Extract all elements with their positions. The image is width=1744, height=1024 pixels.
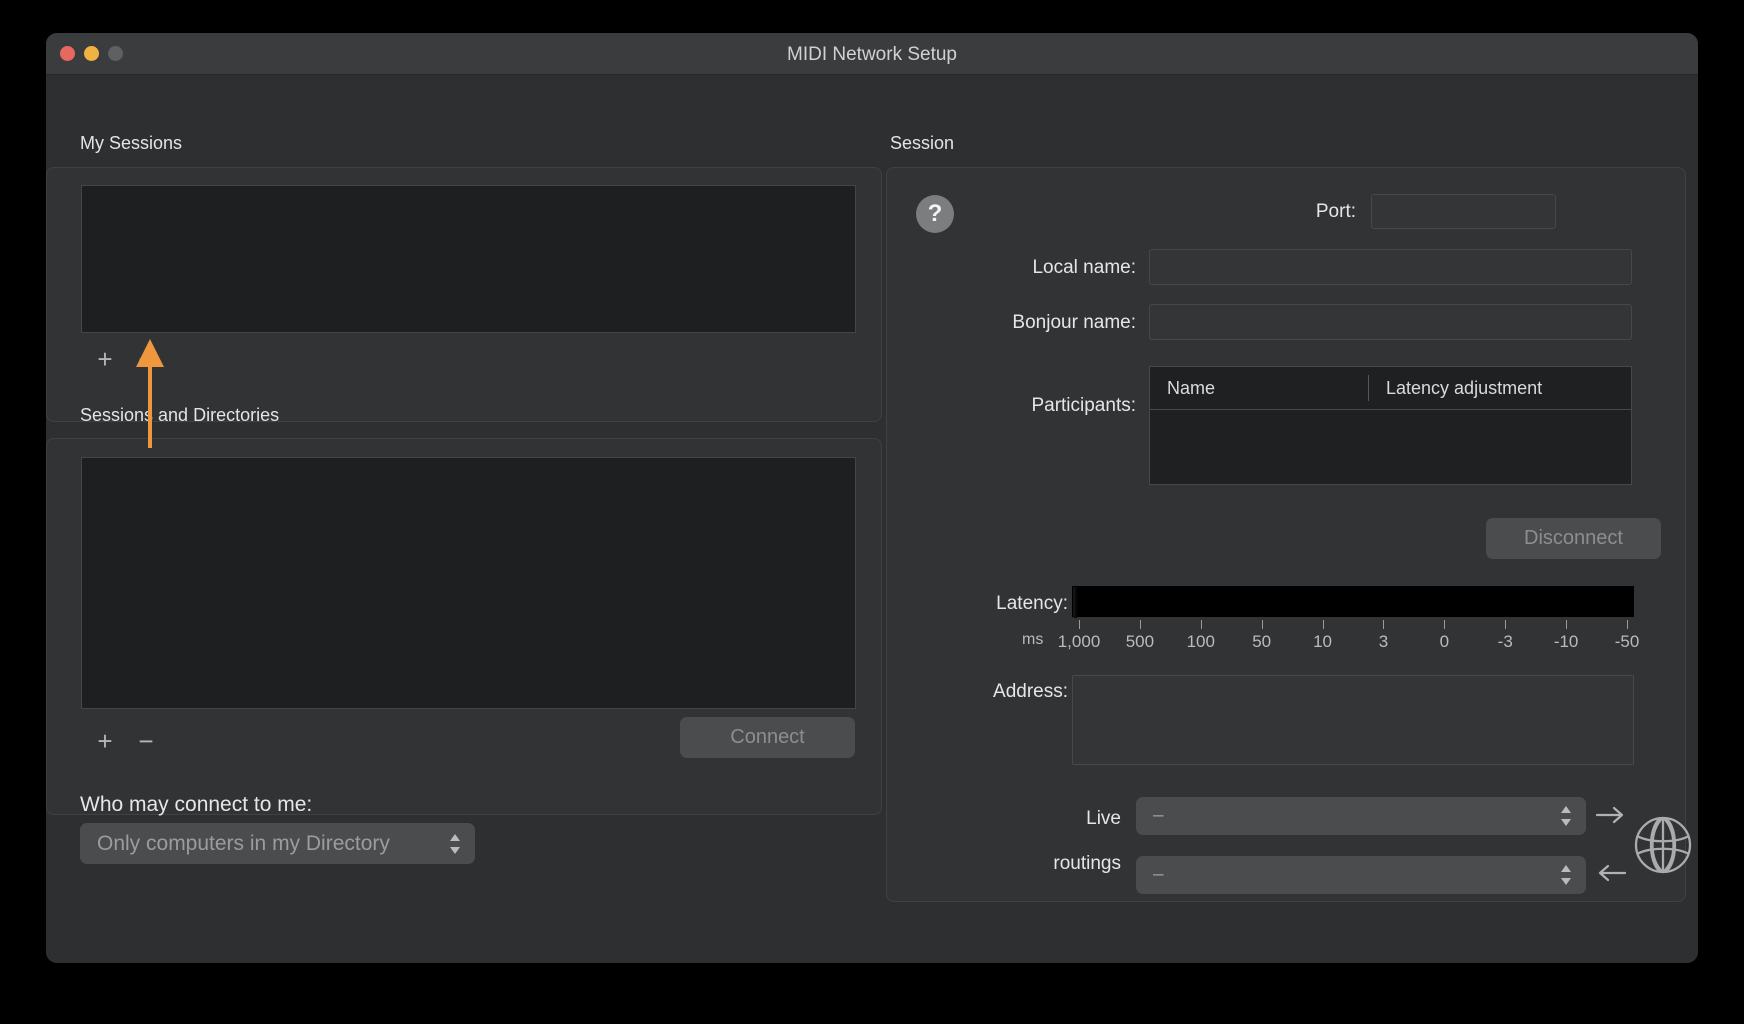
live-routings-label-line1: Live [906,808,1121,830]
add-session-button[interactable]: + [90,345,120,375]
arrow-right-icon [1595,802,1627,828]
latency-tick-label: 1,000 [1058,632,1101,652]
live-routing-out-value: – [1136,805,1164,827]
latency-tick-label: 100 [1187,632,1215,652]
latency-tick [1383,620,1384,629]
port-label: Port: [1226,201,1356,223]
address-field[interactable] [1072,675,1634,765]
latency-slider-knob[interactable] [1073,587,1077,618]
latency-tick-label: 50 [1252,632,1271,652]
chevron-up-down-icon [1559,804,1573,828]
who-may-connect-label: Who may connect to me: [80,793,312,817]
local-name-label: Local name: [846,257,1136,279]
latency-tick [1627,620,1628,629]
latency-slider[interactable] [1072,586,1634,617]
bonjour-name-label: Bonjour name: [846,312,1136,334]
window-titlebar: MIDI Network Setup [46,33,1698,75]
latency-tick-label: 0 [1440,632,1449,652]
bonjour-name-field[interactable] [1149,304,1632,340]
live-routings-label-line2: routings [906,853,1121,875]
globe-icon [1628,810,1698,880]
live-routing-out-select[interactable]: – [1136,797,1586,835]
latency-tick [1079,620,1080,629]
who-may-connect-select[interactable]: Only computers in my Directory [80,823,475,864]
latency-tick [1201,620,1202,629]
participants-table-header: Name Latency adjustment [1149,366,1632,409]
participants-label: Participants: [846,395,1136,417]
connect-button[interactable]: Connect [680,717,855,758]
latency-tick [1140,620,1141,629]
local-name-field[interactable] [1149,249,1632,285]
port-field[interactable] [1371,194,1556,229]
session-title: Session [890,133,954,154]
who-may-connect-value: Only computers in my Directory [80,832,390,856]
latency-tick [1566,620,1567,629]
chevron-up-down-icon [448,832,462,856]
help-button[interactable]: ? [916,195,954,233]
my-sessions-list[interactable] [81,185,856,333]
latency-tick-label: -3 [1498,632,1513,652]
latency-tick-label: 10 [1313,632,1332,652]
latency-tick-marks: 1,000500100501030-3-10-50 [1072,620,1634,665]
latency-tick [1444,620,1445,629]
window-content: My Sessions + − Sessions and Directories… [46,75,1698,963]
latency-unit-label: ms [1022,631,1043,649]
midi-network-setup-window: MIDI Network Setup My Sessions + − Sessi… [46,33,1698,963]
latency-tick [1323,620,1324,629]
address-label: Address: [846,681,1068,703]
latency-tick-label: 3 [1379,632,1388,652]
sessions-directories-list[interactable] [81,457,856,709]
remove-directory-button[interactable]: − [131,727,161,757]
disconnect-button[interactable]: Disconnect [1486,518,1661,559]
latency-tick [1505,620,1506,629]
latency-label: Latency: [846,593,1068,615]
latency-tick-label: -10 [1554,632,1579,652]
sessions-and-directories-title: Sessions and Directories [80,405,279,426]
latency-tick-label: 500 [1126,632,1154,652]
latency-tick [1262,620,1263,629]
latency-tick-label: -50 [1615,632,1640,652]
remove-session-button[interactable]: − [131,345,161,375]
participants-column-name: Name [1150,378,1368,399]
live-routing-in-value: – [1136,864,1164,886]
participants-column-latency: Latency adjustment [1369,378,1542,399]
chevron-up-down-icon [1559,863,1573,887]
add-directory-button[interactable]: + [90,727,120,757]
live-routing-in-select[interactable]: – [1136,856,1586,894]
window-title: MIDI Network Setup [46,44,1698,66]
participants-table-body[interactable] [1149,409,1632,485]
arrow-left-icon [1595,860,1627,886]
my-sessions-title: My Sessions [80,133,182,154]
